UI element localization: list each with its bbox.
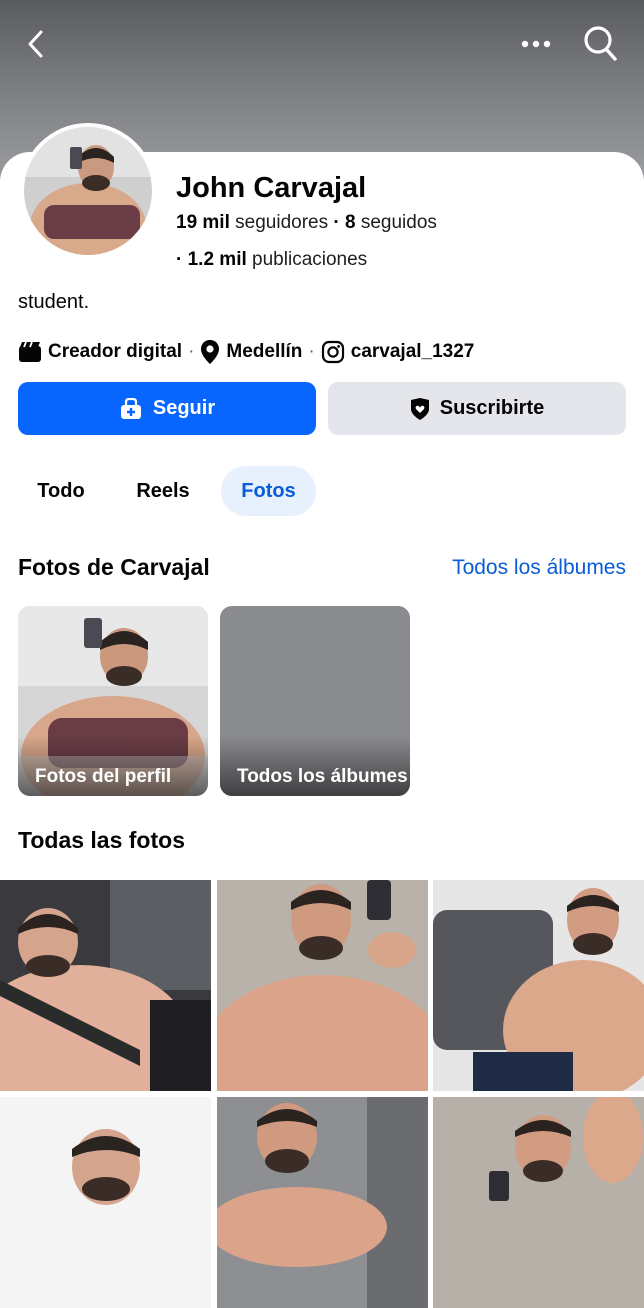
following-count[interactable]: 8 — [345, 212, 356, 233]
photo-thumbnail[interactable] — [433, 1097, 644, 1308]
follow-label: Seguir — [152, 397, 216, 419]
instagram-handle[interactable]: carvajal_1327 — [351, 341, 475, 363]
photo-thumbnail[interactable] — [217, 1097, 428, 1308]
all-photos-title: Todas las fotos — [18, 827, 185, 853]
album-all-albums[interactable]: Todos los álbumes — [220, 606, 410, 796]
profile-name: John Carvajal — [176, 172, 367, 204]
tab-todo[interactable]: Todo — [18, 466, 104, 516]
photo-thumbnail[interactable] — [433, 880, 644, 1091]
category-label: Creador digital — [48, 341, 183, 362]
location-pin-icon — [201, 340, 220, 364]
photo-thumbnail[interactable] — [0, 880, 211, 1091]
follow-button[interactable]: Seguir — [18, 382, 316, 435]
followers-label[interactable]: seguidores — [235, 212, 328, 233]
follow-stats: 19 mil seguidores · 8 seguidos — [176, 212, 437, 233]
clapperboard-icon — [19, 341, 41, 362]
posts-stats: · 1.2 mil publicaciones — [176, 249, 368, 270]
followers-count[interactable]: 19 mil — [176, 212, 230, 233]
tab-fotos[interactable]: Fotos — [221, 466, 316, 516]
location-label: Medellín — [226, 341, 303, 362]
album-label: Todos los álbumes — [220, 736, 410, 796]
heart-shield-icon — [410, 397, 429, 420]
back-icon[interactable] — [18, 24, 54, 64]
album-profile-photos[interactable]: Fotos del perfil — [18, 606, 208, 796]
album-label: Fotos del perfil — [18, 736, 208, 796]
avatar[interactable] — [20, 123, 156, 259]
photos-section-title: Fotos de Carvajal — [18, 554, 210, 580]
profile-details: Creador digital · Medellín · carvajal_13… — [18, 338, 474, 366]
photo-thumbnail[interactable] — [217, 880, 428, 1091]
subscribe-button[interactable]: Suscribirte — [328, 382, 626, 435]
all-albums-link[interactable]: Todos los álbumes — [452, 556, 626, 580]
instagram-icon — [321, 340, 344, 364]
more-icon[interactable] — [516, 28, 556, 60]
avatar-photo — [24, 127, 152, 255]
photo-thumbnail[interactable] — [0, 1097, 211, 1308]
search-icon[interactable] — [580, 22, 620, 64]
posts-label: publicaciones — [252, 249, 368, 270]
posts-count: 1.2 mil — [187, 249, 247, 270]
subscribe-label: Suscribirte — [439, 397, 545, 419]
following-label[interactable]: seguidos — [361, 212, 437, 233]
tab-reels[interactable]: Reels — [118, 466, 208, 516]
bio: student. — [18, 291, 90, 313]
add-friend-icon — [120, 397, 141, 419]
